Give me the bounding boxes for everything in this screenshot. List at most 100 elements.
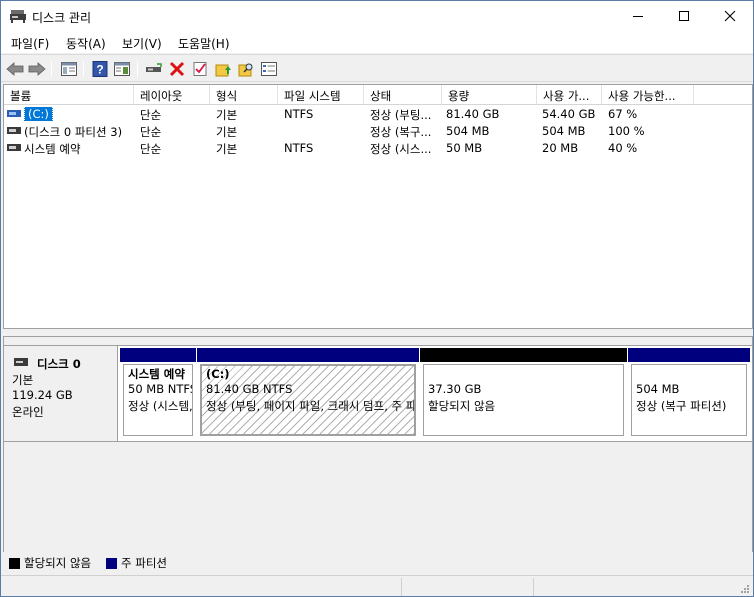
partition-bar <box>197 348 419 362</box>
partition-status: 할당되지 않음 <box>428 399 496 413</box>
properties-icon <box>261 62 277 76</box>
volume-percent-free: 67 % <box>608 107 638 121</box>
partition-body[interactable]: 504 MB 정상 (복구 파티션) <box>631 364 747 436</box>
volume-status: 정상 (부팅... <box>370 108 432 122</box>
volume-name[interactable]: (디스크 0 파티션 3) <box>24 124 122 140</box>
folder-search-button[interactable] <box>236 59 256 79</box>
console-tree-icon <box>61 62 77 76</box>
volume-layout: 단순 <box>140 108 162 122</box>
legend-swatch-unallocated <box>9 558 20 569</box>
volume-percent-free: 100 % <box>608 124 645 138</box>
partition-bar <box>628 348 750 362</box>
minimize-icon <box>633 16 643 17</box>
partition-title: 시스템 예약 <box>128 367 185 381</box>
menu-action[interactable]: 동작(A) <box>66 35 106 52</box>
disk-info[interactable]: 디스크 0 기본 119.24 GB 온라인 <box>4 346 118 441</box>
back-button[interactable] <box>5 59 25 79</box>
maximize-button[interactable] <box>661 1 707 31</box>
checklist-icon <box>193 62 207 76</box>
forward-button[interactable] <box>27 59 47 79</box>
volume-row[interactable]: (디스크 0 파티션 3) 단순 기본 정상 (복구... 504 MB 504… <box>4 123 752 139</box>
show-pane-button[interactable] <box>112 59 132 79</box>
forward-arrow-icon <box>28 62 46 76</box>
partition-title: (C:) <box>206 367 230 381</box>
status-segment <box>533 578 753 596</box>
menu-help[interactable]: 도움말(H) <box>178 35 230 52</box>
window-title: 디스크 관리 <box>32 11 92 25</box>
partition-c-drive[interactable]: (C:) 81.40 GB NTFS 정상 (부팅, 페이지 파일, 크래시 덤… <box>197 348 419 439</box>
volume-icon <box>7 110 21 117</box>
volume-free-space: 54.40 GB <box>542 107 596 121</box>
volume-capacity: 50 MB <box>446 141 483 155</box>
partition-body[interactable]: 37.30 GB 할당되지 않음 <box>423 364 624 436</box>
volume-status: 정상 (복구... <box>370 125 432 139</box>
toolbar-separator <box>51 61 52 77</box>
disk-row[interactable]: 디스크 0 기본 119.24 GB 온라인 시스템 예약 50 MB NTFS… <box>4 345 752 442</box>
volume-list-header: 볼륨 레이아웃 형식 파일 시스템 상태 용량 사용 가... 사용 가능한..… <box>4 85 752 105</box>
partition-body[interactable]: (C:) 81.40 GB NTFS 정상 (부팅, 페이지 파일, 크래시 덤… <box>200 364 416 436</box>
disk-management-icon <box>10 9 26 23</box>
volume-percent-free: 40 % <box>608 141 638 155</box>
volume-name[interactable]: (C:) <box>24 107 53 121</box>
properties-button[interactable] <box>259 59 279 79</box>
column-header-percent-free[interactable]: 사용 가능한... <box>602 85 694 104</box>
minimize-button[interactable] <box>615 1 661 31</box>
partition-unallocated[interactable]: 37.30 GB 할당되지 않음 <box>420 348 627 439</box>
disk-size: 119.24 GB <box>12 388 73 402</box>
back-arrow-icon <box>6 62 24 76</box>
toolbar-separator <box>83 61 84 77</box>
volume-layout: 단순 <box>140 142 162 156</box>
menu-view[interactable]: 보기(V) <box>122 35 162 52</box>
volume-list[interactable]: 볼륨 레이아웃 형식 파일 시스템 상태 용량 사용 가... 사용 가능한..… <box>3 84 753 329</box>
help-button[interactable]: ? <box>90 59 110 79</box>
resize-grip-icon[interactable] <box>739 583 750 594</box>
delete-icon <box>169 61 185 77</box>
column-header-status[interactable]: 상태 <box>364 85 442 104</box>
volume-capacity: 504 MB <box>446 124 490 138</box>
volume-name[interactable]: 시스템 예약 <box>24 141 81 157</box>
folder-up-button[interactable] <box>213 59 233 79</box>
volume-icon <box>7 127 21 134</box>
disk-graphical-view[interactable]: 디스크 0 기본 119.24 GB 온라인 시스템 예약 50 MB NTFS… <box>3 336 753 574</box>
column-header-type[interactable]: 형식 <box>210 85 278 104</box>
volume-icon <box>7 144 21 151</box>
console-tree-button[interactable] <box>59 59 79 79</box>
column-header-volume[interactable]: 볼륨 <box>4 85 134 104</box>
close-icon <box>724 10 736 22</box>
partition-recovery[interactable]: 504 MB 정상 (복구 파티션) <box>628 348 750 439</box>
partition-status: 정상 (복구 파티션) <box>636 399 727 413</box>
partition-size: 81.40 GB NTFS <box>206 382 293 396</box>
volume-type: 기본 <box>216 108 238 122</box>
column-header-filesystem[interactable]: 파일 시스템 <box>278 85 364 104</box>
checklist-button[interactable] <box>190 59 210 79</box>
volume-layout: 단순 <box>140 125 162 139</box>
maximize-icon <box>679 11 689 21</box>
partition-bar <box>420 348 627 362</box>
connect-disk-button[interactable] <box>144 59 164 79</box>
menu-file[interactable]: 파일(F) <box>11 35 49 52</box>
legend-label-unallocated: 할당되지 않음 <box>24 556 92 570</box>
disk-management-window: 디스크 관리 파일(F) 동작(A) 보기(V) 도움말(H) ? 볼륨 레이아… <box>0 0 754 597</box>
partition-body[interactable]: 시스템 예약 50 MB NTFS 정상 (시스템, 활성, 주 파티션) <box>123 364 193 436</box>
partition-status: 정상 (시스템, 활성, 주 파티션) <box>128 399 193 413</box>
volume-row[interactable]: (C:) 단순 기본 NTFS 정상 (부팅... 81.40 GB 54.40… <box>4 106 752 122</box>
close-button[interactable] <box>707 1 753 31</box>
volume-type: 기본 <box>216 125 238 139</box>
delete-button[interactable] <box>167 59 187 79</box>
partition-system-reserved[interactable]: 시스템 예약 50 MB NTFS 정상 (시스템, 활성, 주 파티션) <box>120 348 196 439</box>
column-header-capacity[interactable]: 용량 <box>442 85 537 104</box>
column-header-free-space[interactable]: 사용 가... <box>537 85 602 104</box>
volume-capacity: 81.40 GB <box>446 107 500 121</box>
svg-text:?: ? <box>96 63 103 77</box>
volume-free-space: 20 MB <box>542 141 579 155</box>
column-header-layout[interactable]: 레이아웃 <box>134 85 210 104</box>
volume-row[interactable]: 시스템 예약 단순 기본 NTFS 정상 (시스... 50 MB 20 MB … <box>4 140 752 156</box>
partition-size: 50 MB NTFS <box>128 382 193 396</box>
volume-filesystem: NTFS <box>284 107 314 121</box>
show-pane-icon <box>114 62 130 76</box>
connect-disk-icon <box>146 63 162 72</box>
partition-bar <box>120 348 196 362</box>
help-icon: ? <box>92 61 108 77</box>
volume-filesystem: NTFS <box>284 141 314 155</box>
legend-label-primary: 주 파티션 <box>121 556 167 570</box>
